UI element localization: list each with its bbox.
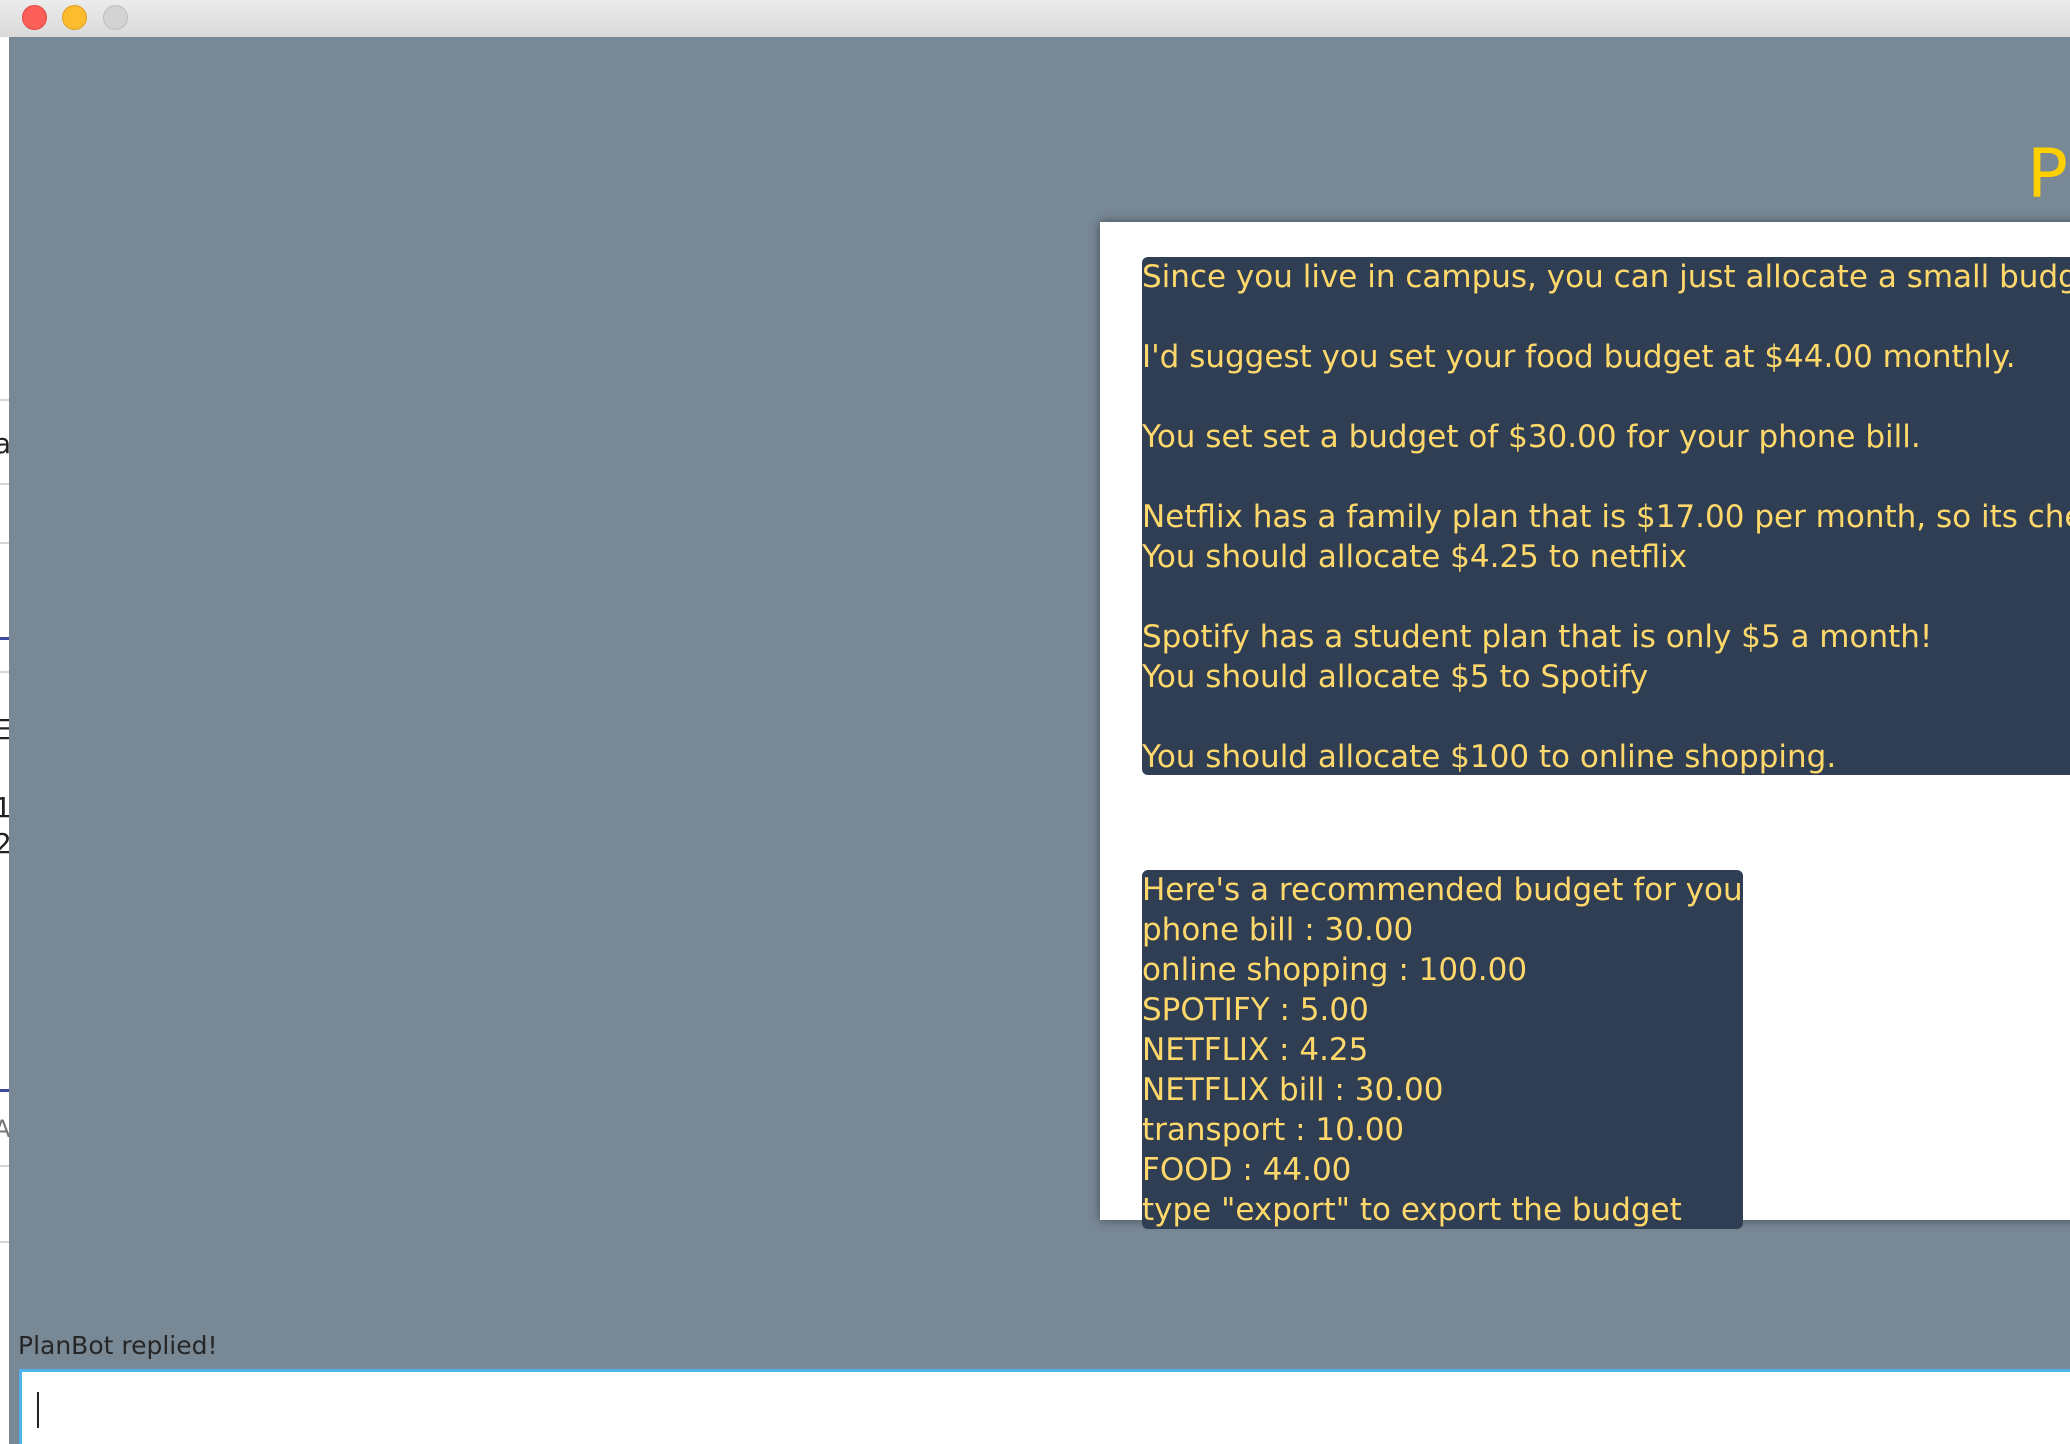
- background-divider: [0, 1241, 9, 1243]
- screen: a E 1 2 A P Since you live in campus, yo…: [0, 0, 2070, 1444]
- background-divider: [0, 399, 9, 401]
- chat-panel[interactable]: Since you live in campus, you can just a…: [1100, 222, 2070, 1229]
- message-input[interactable]: [19, 1369, 2070, 1444]
- bot-message-bubble: Since you live in campus, you can just a…: [1142, 257, 2070, 775]
- background-divider: [0, 1165, 9, 1167]
- background-divider: [0, 637, 9, 640]
- message-spacer: [1142, 577, 2070, 617]
- budget-item: transport : 10.00: [1142, 1112, 1405, 1148]
- message-spacer: [1142, 457, 2070, 497]
- background-divider: [0, 1089, 9, 1092]
- message-line: You set set a budget of $30.00 for your …: [1142, 419, 1921, 455]
- background-window-edge: a E 1 2 A: [0, 37, 12, 1444]
- budget-item: FOOD : 44.00: [1142, 1152, 1352, 1188]
- budget-item: phone bill : 30.00: [1142, 912, 1414, 948]
- status-label: PlanBot replied!: [18, 1331, 218, 1360]
- app-title: P: [2027, 135, 2069, 214]
- background-divider: [0, 671, 9, 673]
- message-spacer: [1142, 377, 2070, 417]
- message-line: You should allocate $100 to online shopp…: [1142, 739, 1837, 775]
- budget-item: online shopping : 100.00: [1142, 952, 1528, 988]
- background-divider: [0, 483, 9, 485]
- message-line: You should allocate $4.25 to netflix: [1142, 539, 1688, 575]
- background-divider: [0, 542, 9, 544]
- window-title-bar: [0, 0, 2070, 38]
- budget-item: SPOTIFY : 5.00: [1142, 992, 1369, 1028]
- close-window-button[interactable]: [22, 5, 47, 30]
- message-spacer: [1142, 297, 2070, 337]
- zoom-window-button[interactable]: [103, 5, 128, 30]
- budget-item: NETFLIX : 4.25: [1142, 1032, 1369, 1068]
- message-line: Spotify has a student plan that is only …: [1142, 619, 1933, 655]
- message-line: Since you live in campus, you can just a…: [1142, 259, 2070, 295]
- message-spacer: [1142, 697, 2070, 737]
- message-line: Netflix has a family plan that is $17.00…: [1142, 499, 2070, 535]
- planbot-app: P Since you live in campus, you can just…: [9, 37, 2070, 1444]
- export-hint: type "export" to export the budget: [1142, 1192, 1682, 1228]
- budget-summary-heading: Here's a recommended budget for you:: [1142, 872, 1743, 908]
- message-line: I'd suggest you set your food budget at …: [1142, 339, 2016, 375]
- minimize-window-button[interactable]: [62, 5, 87, 30]
- message-line: You should allocate $5 to Spotify: [1142, 659, 1649, 695]
- budget-item: NETFLIX bill : 30.00: [1142, 1072, 1444, 1108]
- budget-summary-bubble: Here's a recommended budget for you: pho…: [1142, 870, 1743, 1229]
- text-caret: [37, 1392, 39, 1428]
